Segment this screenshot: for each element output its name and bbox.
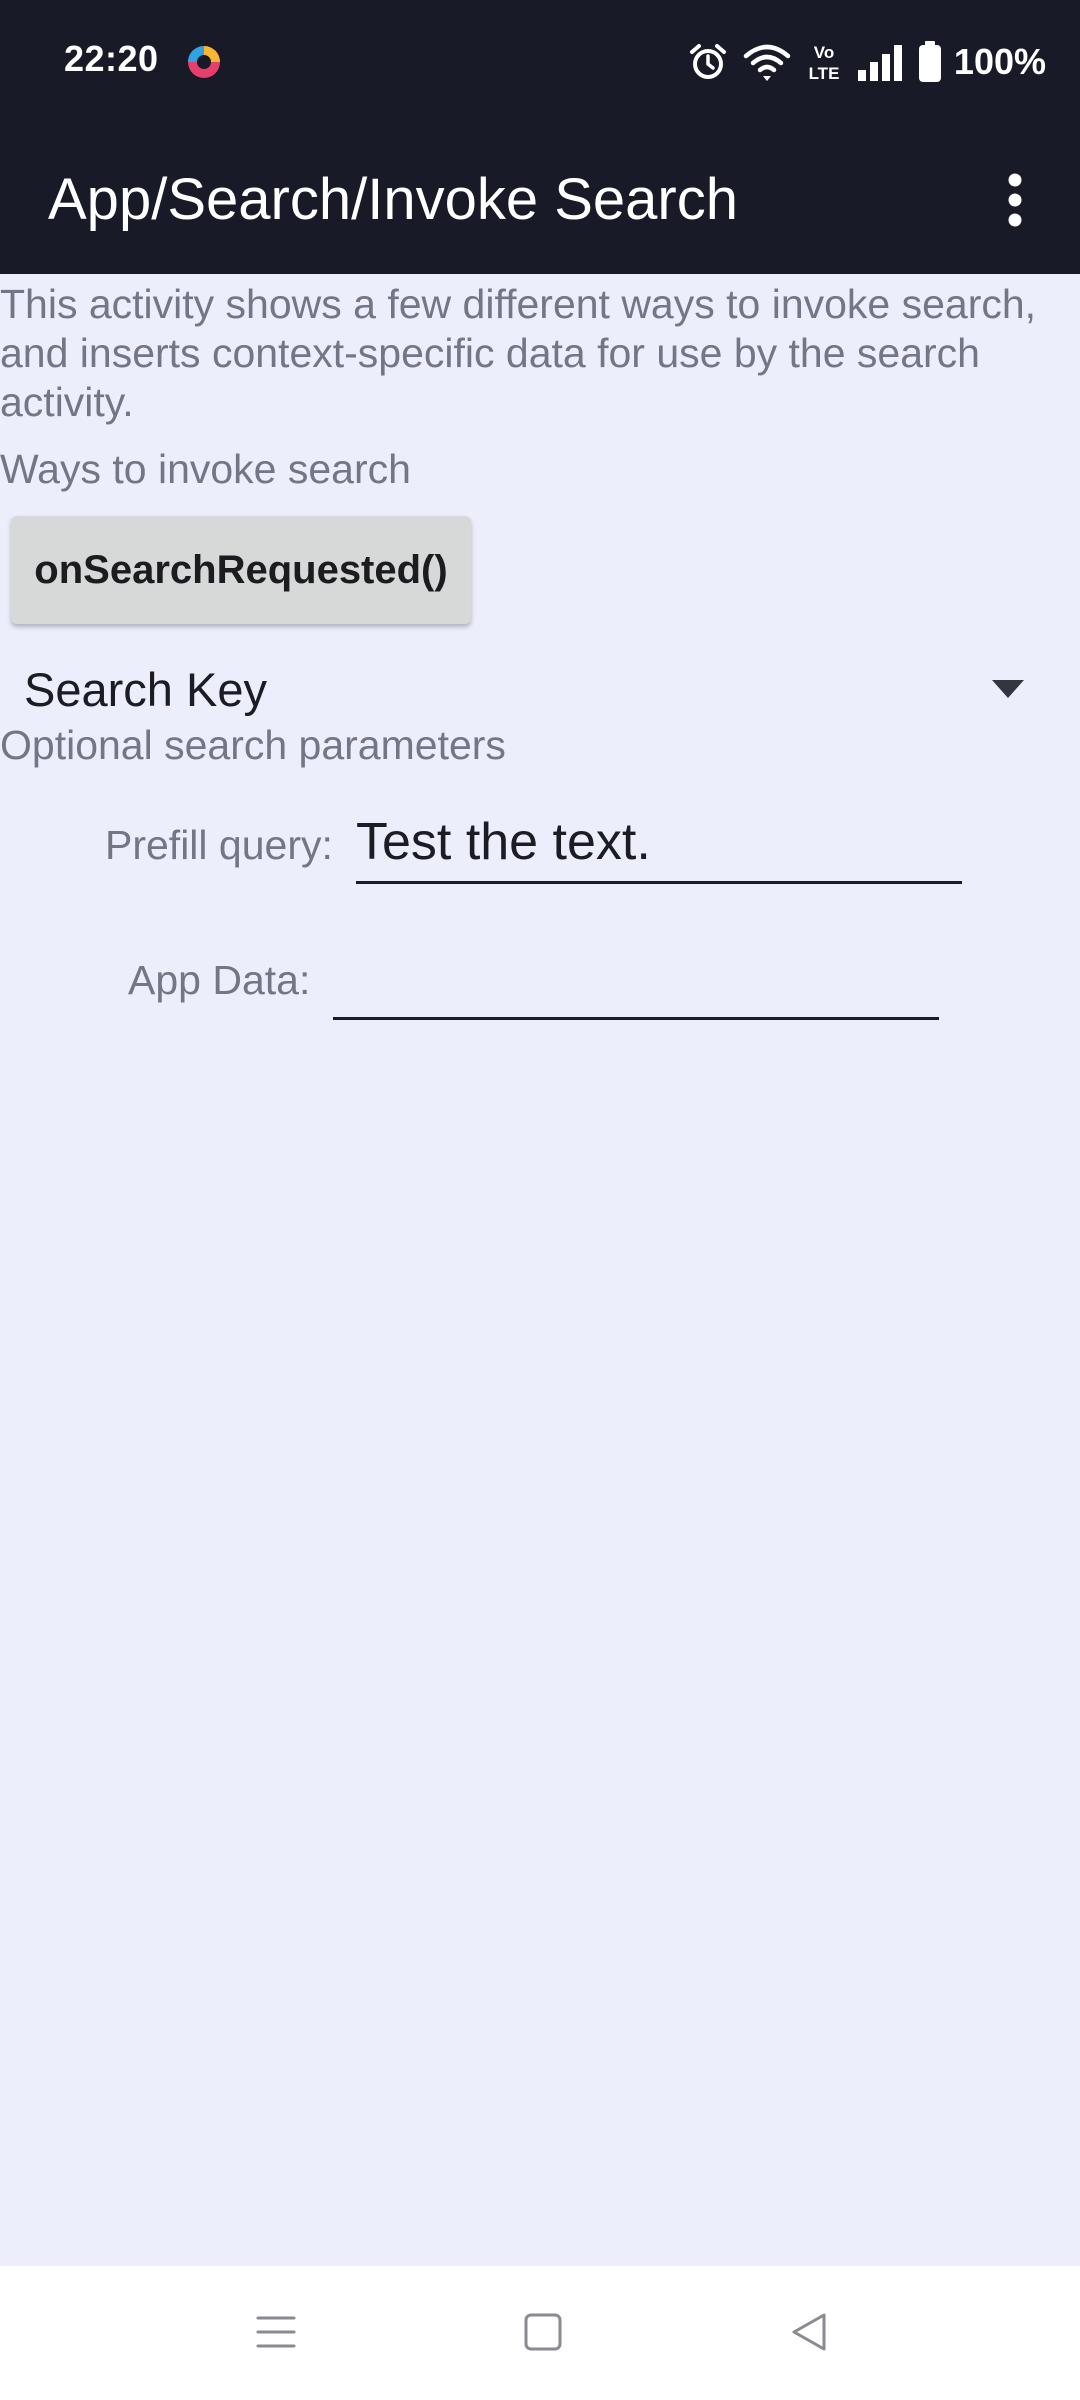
svg-text:LTE: LTE — [808, 64, 839, 83]
battery-icon — [918, 41, 941, 82]
on-search-requested-button[interactable]: onSearchRequested() — [11, 516, 471, 624]
overflow-menu-button[interactable] — [980, 160, 1050, 240]
app-bar: App/Search/Invoke Search — [0, 126, 1080, 274]
signal-icon — [857, 45, 902, 81]
svg-text:Vo: Vo — [814, 43, 834, 62]
ways-to-invoke-label: Ways to invoke search — [0, 446, 411, 492]
navigation-bar — [0, 2266, 1080, 2400]
back-button[interactable] — [774, 2302, 844, 2362]
more-vert-icon — [1008, 173, 1022, 227]
description-text: This activity shows a few different ways… — [0, 281, 1037, 425]
battery-percent: 100% — [953, 41, 1046, 82]
app-logo-icon — [188, 46, 220, 78]
app-title: App/Search/Invoke Search — [48, 167, 738, 232]
recent-apps-button[interactable] — [241, 2302, 311, 2362]
home-icon — [524, 2313, 562, 2351]
back-icon — [792, 2313, 826, 2351]
prefill-query-input[interactable] — [356, 802, 962, 884]
app-data-label: App Data: — [128, 957, 311, 1003]
alarm-icon — [689, 44, 726, 79]
prefill-query-label: Prefill query: — [105, 822, 333, 868]
wifi-icon — [743, 44, 791, 81]
status-time: 22:20 — [64, 38, 159, 79]
status-bar: 22:20 Vo LTE 100% — [0, 0, 1080, 126]
app-data-input[interactable] — [333, 936, 939, 1020]
optional-params-label: Optional search parameters — [0, 722, 506, 768]
menu-icon — [256, 2316, 296, 2348]
dropdown-arrow-icon — [992, 680, 1024, 698]
volte-icon: Vo LTE — [808, 43, 839, 83]
spinner-selected-value: Search Key — [24, 663, 267, 716]
home-button[interactable] — [508, 2302, 578, 2362]
